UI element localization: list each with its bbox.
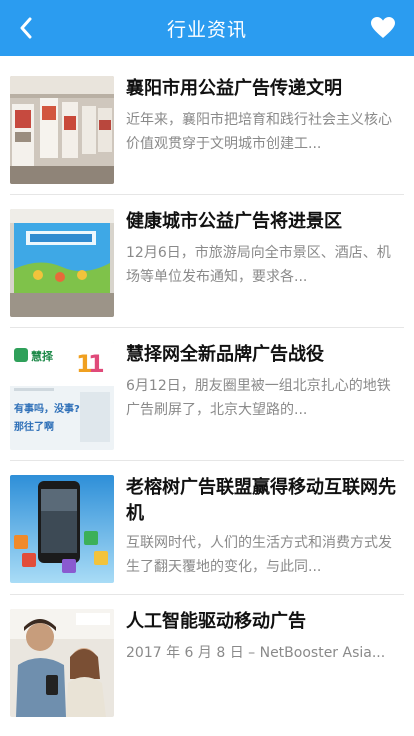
news-thumbnail [10,475,114,583]
news-summary: 12月6日，市旅游局向全市景区、酒店、机场等单位发布通知，要求各... [126,245,391,285]
news-item[interactable]: 老榕树广告联盟赢得移动互联网先机 互联网时代，人们的生活方式和消费方式发生了翻天… [10,461,404,595]
news-list: 襄阳市用公益广告传递文明 近年来，襄阳市把培育和践行社会主义核心价值观贯穿于文明… [0,62,414,736]
chevron-left-icon [20,17,32,39]
news-title: 襄阳市用公益广告传递文明 [126,78,342,99]
news-thumbnail [10,609,114,717]
news-title: 人工智能驱动移动广告 [126,611,306,632]
thumb-slogan-2: 那往了啊 [14,420,54,433]
news-thumbnail [10,76,114,184]
people-with-phone-image [10,609,114,717]
news-title: 慧择网全新品牌广告战役 [126,344,324,365]
thumb-brand-text: 慧择 [31,349,54,363]
back-button[interactable] [10,12,42,44]
news-item[interactable]: 襄阳市用公益广告传递文明 近年来，襄阳市把培育和践行社会主义核心价值观贯穿于文明… [10,62,404,195]
news-thumbnail: 慧择 1 1 有事吗，没事? 那往了啊 [10,342,114,450]
news-item[interactable]: 健康城市公益广告将进景区 12月6日，市旅游局向全市景区、酒店、机场等单位发布通… [10,195,404,328]
health-city-banner-image [10,209,114,317]
news-title: 老榕树广告联盟赢得移动互联网先机 [126,477,396,524]
news-title: 健康城市公益广告将进景区 [126,211,342,232]
app-header: 行业资讯 [0,0,414,56]
news-item[interactable]: 慧择 1 1 有事吗，没事? 那往了啊 慧择网全新品牌广告战役 6月12日，朋友… [10,328,404,461]
exhibition-hall-image [10,76,114,184]
thumb-slogan-1: 有事吗，没事? [14,402,80,415]
huize-subway-ad-image: 慧择 1 1 有事吗，没事? 那往了啊 [10,342,114,450]
mobile-ad-phone-image [10,475,114,583]
news-thumbnail [10,209,114,317]
news-summary: 近年来，襄阳市把培育和践行社会主义核心价值观贯穿于文明城市创建工... [126,112,392,152]
news-summary: 2017 年 6 月 8 日 – NetBooster Asia... [126,645,386,661]
news-summary: 互联网时代，人们的生活方式和消费方式发生了翻天覆地的变化，与此同... [126,535,392,575]
news-item[interactable]: 人工智能驱动移动广告 2017 年 6 月 8 日 – NetBooster A… [10,595,404,728]
svg-text:1: 1 [88,350,105,378]
news-summary: 6月12日，朋友圈里被一组北京扎心的地铁广告刷屏了，北京大望路的... [126,378,391,418]
favorite-button[interactable] [366,11,400,45]
page-title: 行业资讯 [166,18,247,41]
heart-icon [371,17,395,38]
